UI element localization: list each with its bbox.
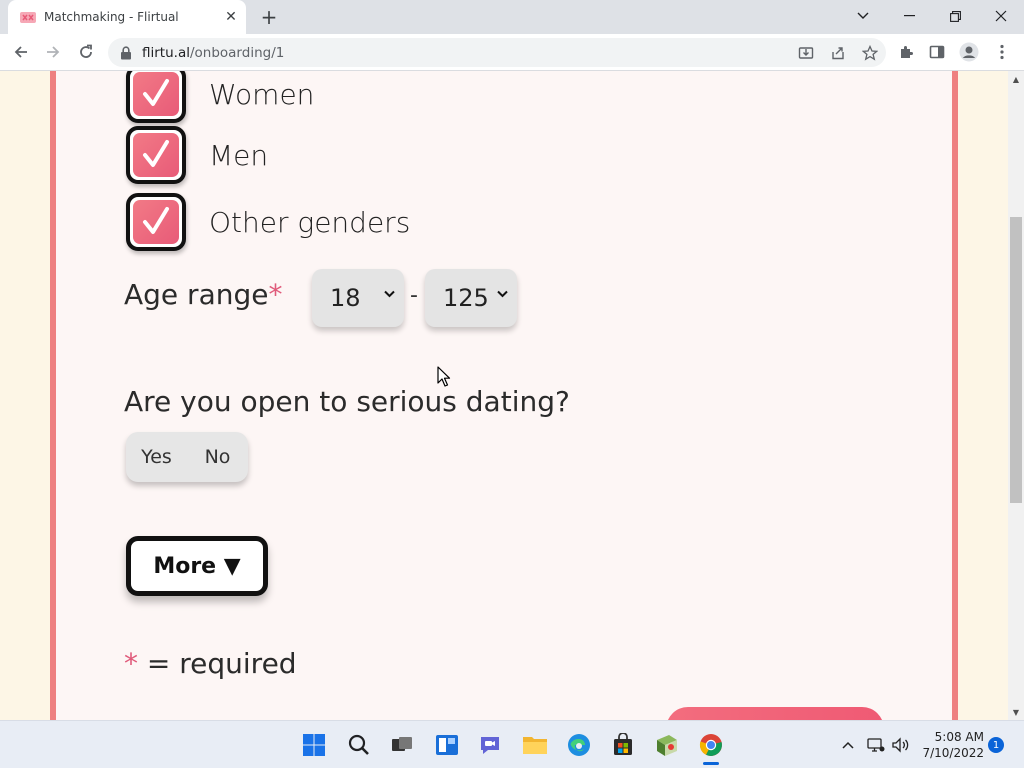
serious-dating-yes[interactable]: Yes xyxy=(126,446,187,468)
forward-icon[interactable] xyxy=(39,38,67,66)
page-viewport: Women Men Other genders Age range* 18 - … xyxy=(0,71,1008,720)
gender-option-other[interactable]: Other genders xyxy=(126,193,410,251)
required-note: * = required xyxy=(124,647,297,680)
windows-taskbar: 5:08 AM 7/10/2022 1 xyxy=(0,720,1024,768)
serious-dating-toggle: Yes No xyxy=(126,432,248,482)
clock-time: 5:08 AM xyxy=(934,730,984,744)
scroll-down-icon[interactable]: ▼ xyxy=(1008,704,1024,720)
page-scrollbar[interactable]: ▲ ▼ xyxy=(1008,71,1024,720)
notification-badge[interactable]: 1 xyxy=(988,737,1004,753)
teams-chat-icon[interactable] xyxy=(474,729,506,761)
flirtual-favicon-icon xyxy=(20,11,36,23)
restore-icon[interactable] xyxy=(932,0,978,32)
back-icon[interactable] xyxy=(7,38,35,66)
age-range-separator: - xyxy=(410,283,418,308)
checkbox-other-genders[interactable] xyxy=(126,193,186,251)
checkmark-icon xyxy=(143,207,169,234)
checkmark-icon xyxy=(143,79,169,106)
windows-start-icon[interactable] xyxy=(298,729,330,761)
task-view-icon[interactable] xyxy=(386,729,418,761)
volume-icon[interactable] xyxy=(891,735,911,755)
gender-label: Women xyxy=(209,77,315,111)
age-min-value: 18 xyxy=(330,284,361,312)
required-marker: * xyxy=(268,278,283,311)
extensions-icon[interactable] xyxy=(890,38,922,66)
scroll-up-icon[interactable]: ▲ xyxy=(1008,71,1024,87)
browser-toolbar: flirtu.al/onboarding/1 xyxy=(0,34,1024,71)
share-icon[interactable] xyxy=(822,39,854,67)
url-text: flirtu.al/onboarding/1 xyxy=(142,44,285,61)
mouse-cursor-icon xyxy=(437,366,451,387)
checkbox-men[interactable] xyxy=(126,126,186,184)
chevron-down-icon xyxy=(497,290,508,298)
microsoft-store-icon[interactable] xyxy=(607,729,639,761)
certificate-app-icon[interactable] xyxy=(651,729,683,761)
tray-overflow-chevron-icon[interactable] xyxy=(838,735,858,755)
system-clock[interactable]: 5:08 AM 7/10/2022 xyxy=(914,729,984,761)
gender-option-men[interactable]: Men xyxy=(126,126,268,184)
gender-label: Other genders xyxy=(209,205,411,239)
bookmark-star-icon[interactable] xyxy=(854,39,886,67)
serious-dating-question: Are you open to serious dating? xyxy=(124,385,570,418)
more-button[interactable]: More ▼ xyxy=(126,536,268,596)
new-tab-button[interactable]: + xyxy=(255,4,283,30)
tab-title: Matchmaking - Flirtual xyxy=(44,10,179,24)
reload-icon[interactable] xyxy=(72,38,100,66)
age-min-select[interactable]: 18 xyxy=(312,269,404,327)
tab-search-icon[interactable] xyxy=(840,0,886,32)
checkbox-women[interactable] xyxy=(126,71,186,123)
address-bar[interactable]: flirtu.al/onboarding/1 xyxy=(108,38,886,67)
menu-kebab-icon[interactable] xyxy=(986,38,1018,66)
serious-dating-no[interactable]: No xyxy=(187,446,248,468)
next-button[interactable] xyxy=(666,707,884,720)
side-panel-icon[interactable] xyxy=(921,38,953,66)
file-explorer-icon[interactable] xyxy=(519,729,551,761)
chrome-browser-icon[interactable] xyxy=(695,729,727,761)
tab-close-icon[interactable]: ✕ xyxy=(216,2,246,32)
chrome-active-indicator xyxy=(703,762,719,765)
age-max-select[interactable]: 125 xyxy=(425,269,517,327)
age-range-label: Age range* xyxy=(124,278,283,311)
search-icon[interactable] xyxy=(343,729,375,761)
tab-strip: Matchmaking - Flirtual ✕ + xyxy=(0,0,1024,34)
minimize-icon[interactable] xyxy=(886,0,932,32)
gender-label: Men xyxy=(209,138,269,172)
profile-avatar-icon[interactable] xyxy=(953,38,985,66)
clock-date: 7/10/2022 xyxy=(922,746,984,760)
chevron-down-icon xyxy=(384,290,395,298)
checkmark-icon xyxy=(143,140,169,167)
gender-option-women[interactable]: Women xyxy=(126,71,314,123)
widgets-icon[interactable] xyxy=(431,729,463,761)
tab-flirtual[interactable]: Matchmaking - Flirtual ✕ xyxy=(8,0,246,34)
edge-browser-icon[interactable] xyxy=(563,729,595,761)
install-app-icon[interactable] xyxy=(790,39,822,67)
scroll-thumb[interactable] xyxy=(1010,217,1022,503)
lock-icon xyxy=(121,45,131,59)
age-max-value: 125 xyxy=(443,284,489,312)
close-window-icon[interactable] xyxy=(978,0,1024,32)
network-icon[interactable] xyxy=(866,735,886,755)
